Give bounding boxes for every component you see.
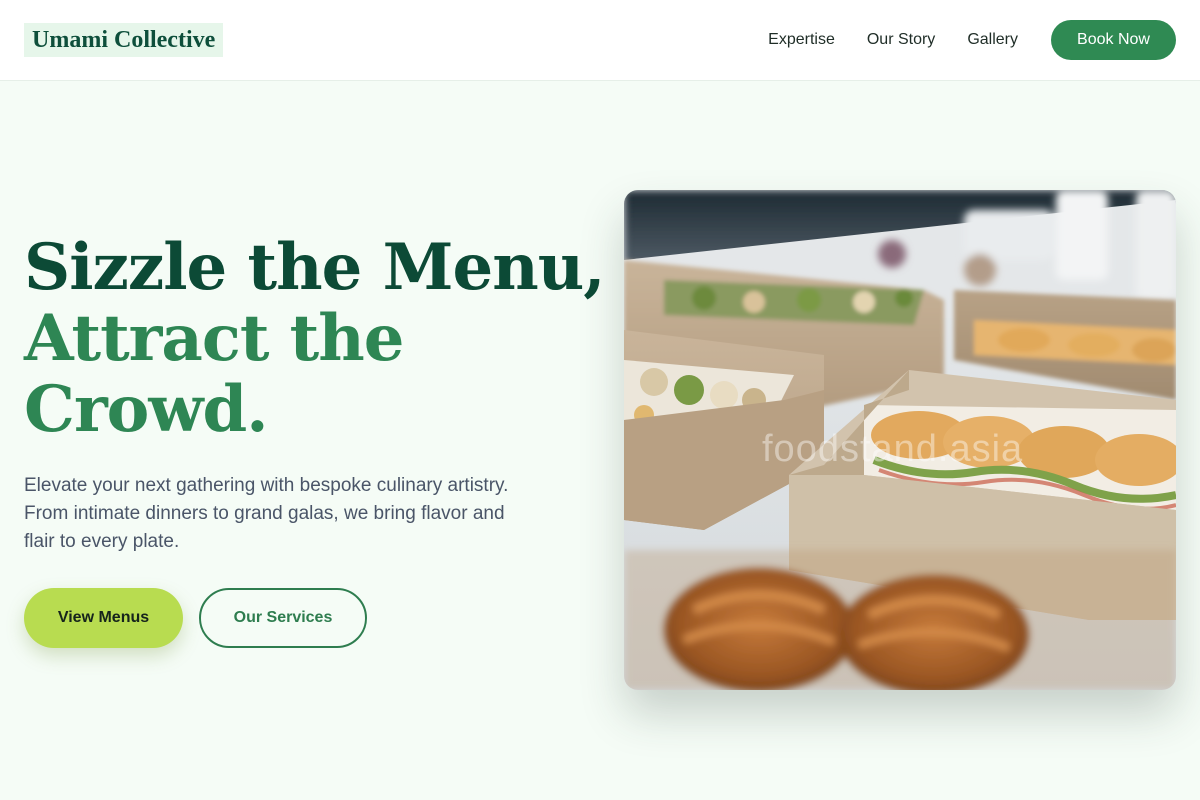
- hero-food-image: foodstand.asia: [624, 190, 1176, 690]
- book-now-button[interactable]: Book Now: [1051, 20, 1176, 60]
- hero-subtitle: Elevate your next gathering with bespoke…: [24, 475, 509, 552]
- nav-link-gallery[interactable]: Gallery: [967, 31, 1018, 49]
- our-services-button[interactable]: Our Services: [199, 588, 367, 648]
- main-nav: Expertise Our Story Gallery Book Now: [768, 20, 1176, 60]
- site-header: Umami Collective Expertise Our Story Gal…: [0, 0, 1200, 81]
- headline-line-2: Attract the Crowd.: [24, 301, 404, 447]
- nav-link-our-story[interactable]: Our Story: [867, 31, 935, 49]
- image-watermark: foodstand.asia: [762, 428, 1024, 470]
- hero-headline: Sizzle the Menu, Attract the Crowd.: [24, 230, 606, 447]
- brand-logo[interactable]: Umami Collective: [24, 23, 224, 57]
- headline-line-1: Sizzle the Menu,: [24, 230, 606, 305]
- nav-link-expertise[interactable]: Expertise: [768, 31, 835, 49]
- view-menus-button[interactable]: View Menus: [24, 588, 183, 648]
